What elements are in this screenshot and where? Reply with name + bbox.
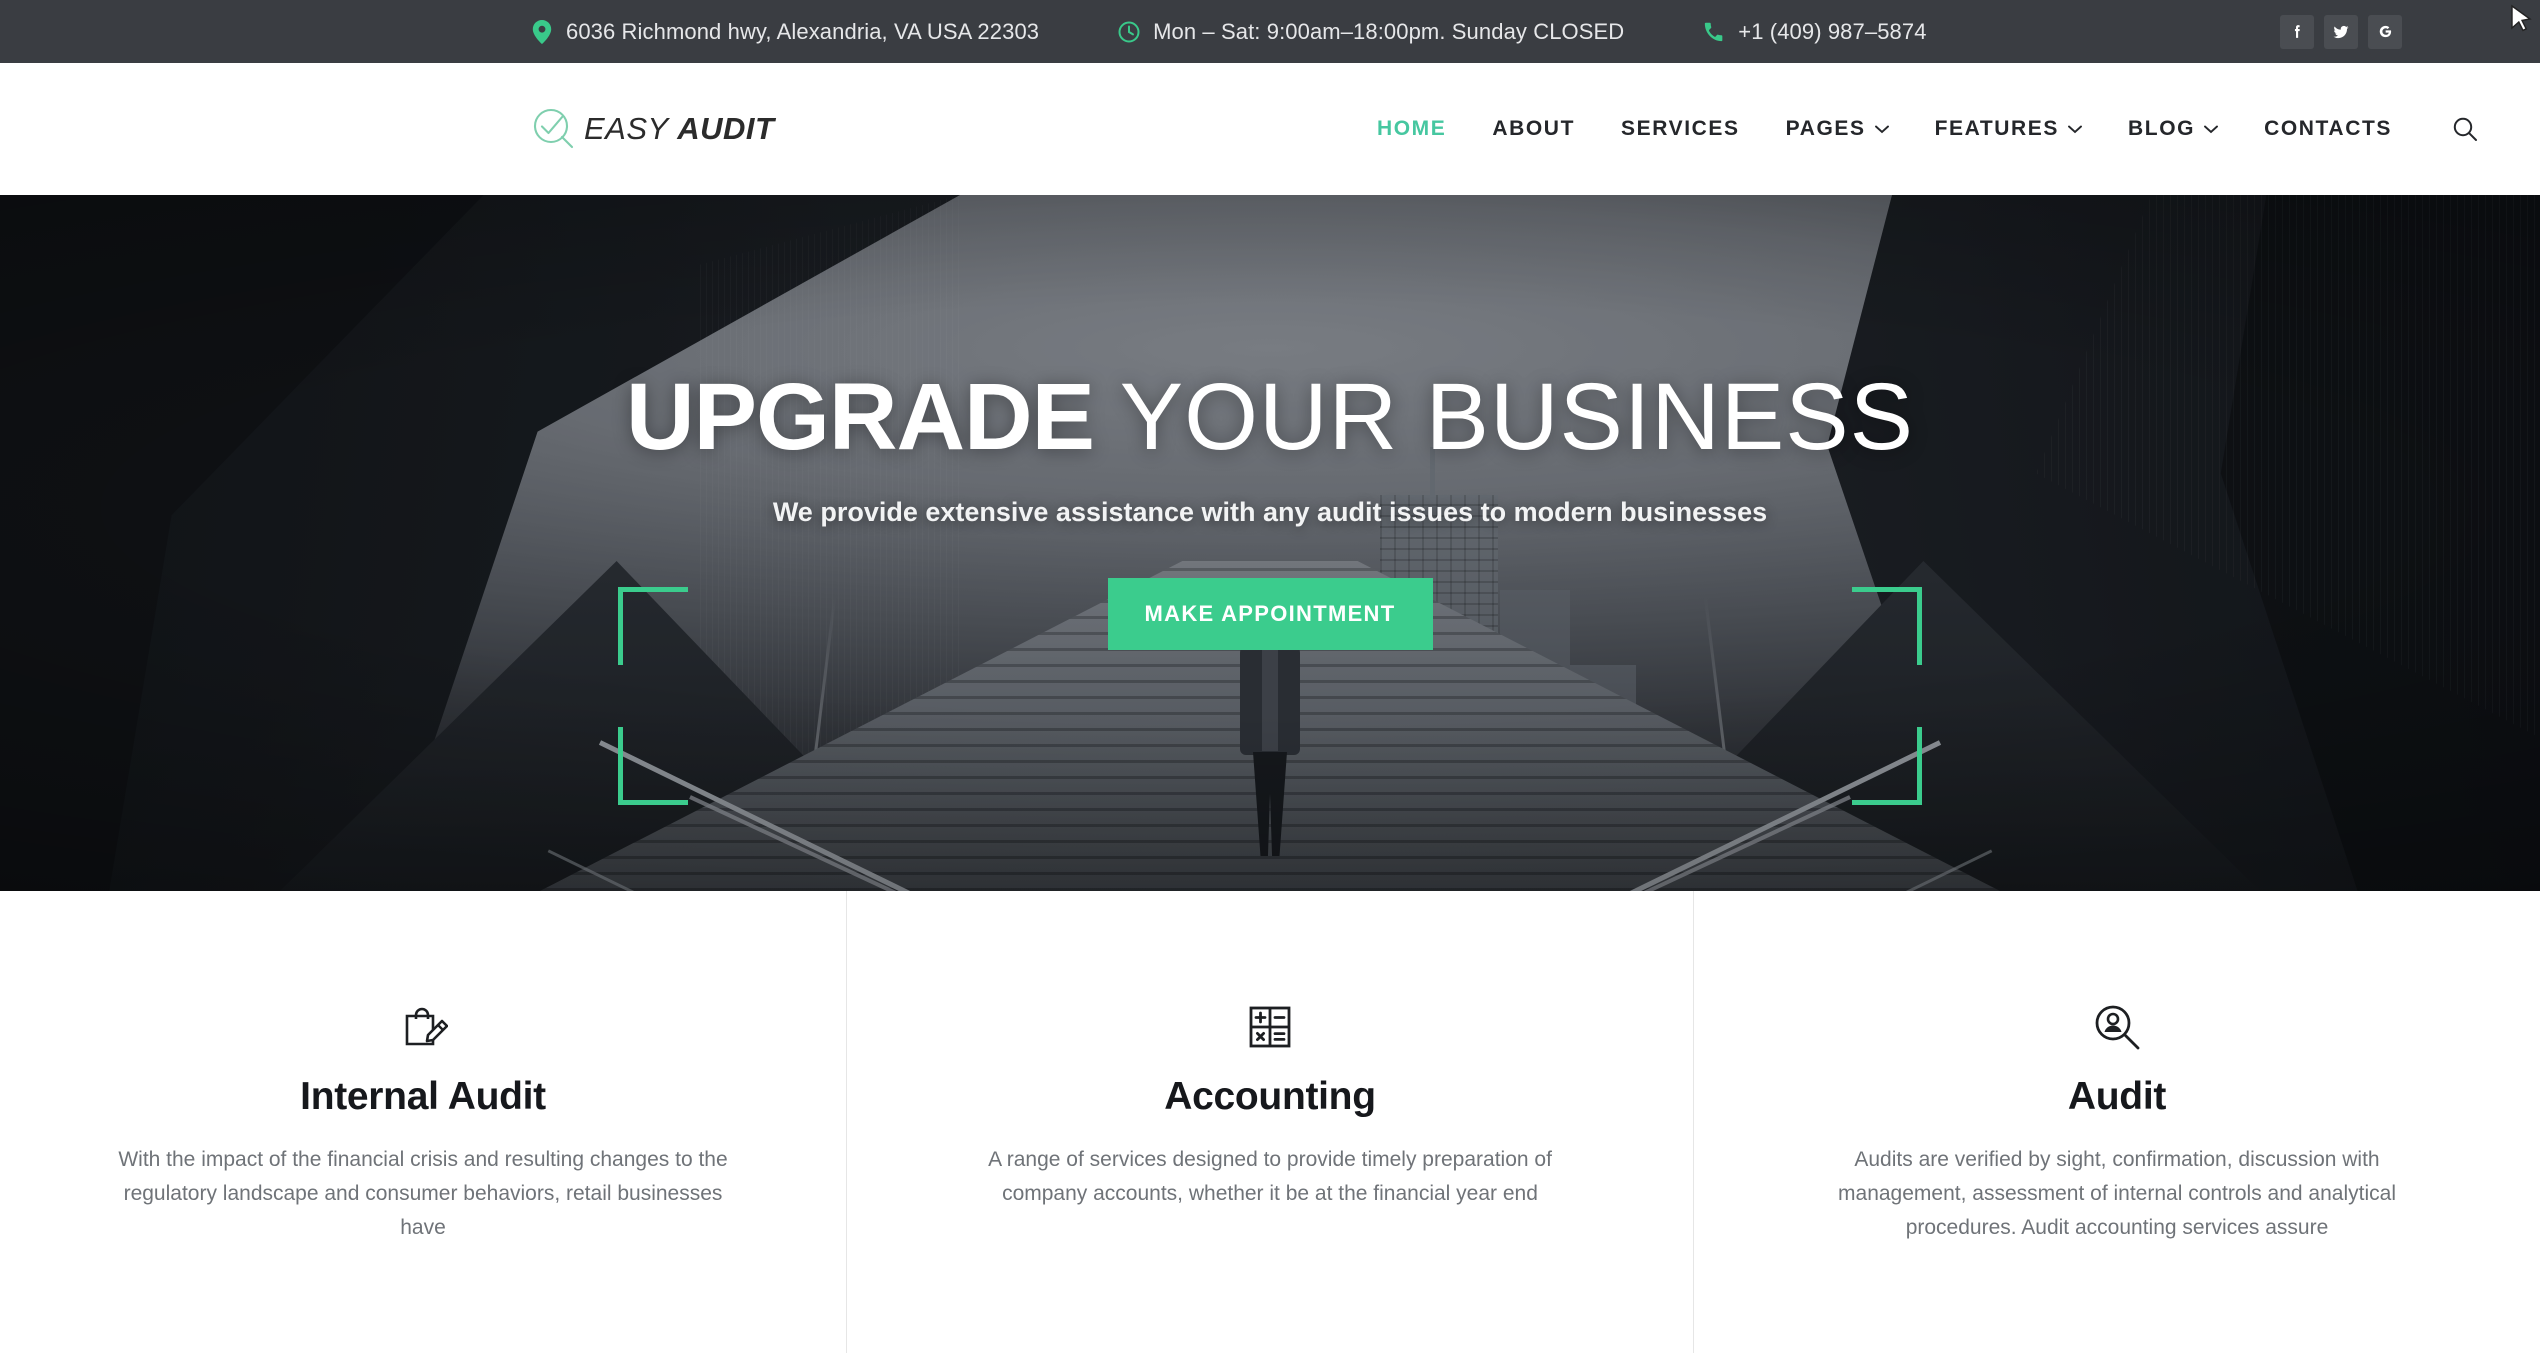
nav-item-pages[interactable]: PAGES <box>1786 111 1889 147</box>
topbar-hours: Mon – Sat: 9:00am–18:00pm. Sunday CLOSED <box>1117 19 1624 45</box>
nav-label-features: FEATURES <box>1934 117 2060 140</box>
chevron-down-icon <box>2068 125 2082 134</box>
hero-title-strong: UPGRADE <box>625 364 1095 470</box>
chevron-down-icon <box>1874 125 1889 134</box>
service-card-internal-audit[interactable]: Internal Audit With the impact of the fi… <box>0 891 846 1353</box>
topbar-phone-text: +1 (409) 987–5874 <box>1738 18 1927 44</box>
hero-subtitle: We provide extensive assistance with any… <box>772 497 1768 527</box>
service-card-audit[interactable]: Audit Audits are verified by sight, conf… <box>1693 891 2540 1353</box>
twitter-icon[interactable] <box>2324 14 2358 49</box>
calculator-icon <box>1247 1001 1293 1053</box>
service-title: Internal Audit <box>300 1075 546 1118</box>
nav-label-about: ABOUT <box>1492 117 1576 140</box>
hero-title: UPGRADE YOUR BUSINESS <box>626 370 1914 465</box>
bag-pencil-icon <box>398 1001 448 1053</box>
hero-title-light: YOUR BUSINESS <box>1094 364 1915 470</box>
site-header: EASY AUDIT HOME ABOUT SERVICES PAGES FEA… <box>0 63 2540 195</box>
check-circle-magnifier-icon <box>530 105 578 153</box>
map-pin-icon <box>530 19 554 44</box>
nav-item-home[interactable]: HOME <box>1377 111 1446 147</box>
nav-item-services[interactable]: SERVICES <box>1621 111 1740 147</box>
topbar-address: 6036 Richmond hwy, Alexandria, VA USA 22… <box>530 19 1039 45</box>
nav-item-contacts[interactable]: CONTACTS <box>2264 111 2392 147</box>
site-logo-text: EASY AUDIT <box>584 111 774 147</box>
topbar-phone[interactable]: +1 (409) 987–5874 <box>1702 19 1926 45</box>
nav-item-blog[interactable]: BLOG <box>2128 111 2219 147</box>
search-icon[interactable] <box>2450 114 2480 144</box>
main-navigation: HOME ABOUT SERVICES PAGES FEATURES BLOG … <box>1377 111 2480 147</box>
services-section: Internal Audit With the impact of the fi… <box>0 891 2540 1353</box>
person-magnifier-icon <box>2093 1001 2141 1053</box>
site-logo[interactable]: EASY AUDIT <box>530 105 774 153</box>
make-appointment-button[interactable]: MAKE APPOINTMENT <box>1107 578 1433 650</box>
phone-icon <box>1702 20 1726 44</box>
nav-label-contacts: CONTACTS <box>2264 117 2392 140</box>
nav-item-features[interactable]: FEATURES <box>1935 111 2082 147</box>
social-links <box>2280 14 2440 49</box>
service-title: Accounting <box>1164 1075 1376 1118</box>
logo-text-audit: AUDIT <box>677 111 775 146</box>
service-card-accounting[interactable]: Accounting A range of services designed … <box>846 891 1693 1353</box>
service-title: Audit <box>2067 1075 2167 1118</box>
logo-text-easy: EASY <box>584 111 678 146</box>
nav-label-pages: PAGES <box>1785 117 1866 140</box>
nav-label-home: HOME <box>1376 117 1447 140</box>
nav-item-about[interactable]: ABOUT <box>1492 111 1575 147</box>
service-text: With the impact of the financial crisis … <box>118 1148 728 1240</box>
service-text: Audits are verified by sight, confirmati… <box>1838 1148 2396 1240</box>
clock-icon <box>1117 20 1141 44</box>
nav-label-services: SERVICES <box>1621 117 1740 140</box>
service-text: A range of services designed to provide … <box>988 1148 1552 1206</box>
facebook-icon[interactable] <box>2280 14 2314 49</box>
topbar-address-text: 6036 Richmond hwy, Alexandria, VA USA 22… <box>566 18 1040 44</box>
nav-label-blog: BLOG <box>2128 117 2196 140</box>
topbar-hours-text: Mon – Sat: 9:00am–18:00pm. Sunday CLOSED <box>1153 18 1625 44</box>
hero-banner: UPGRADE YOUR BUSINESS We provide extensi… <box>0 195 2540 891</box>
top-info-bar: 6036 Richmond hwy, Alexandria, VA USA 22… <box>0 0 2540 63</box>
google-icon[interactable] <box>2368 14 2402 49</box>
chevron-down-icon <box>2204 125 2219 134</box>
